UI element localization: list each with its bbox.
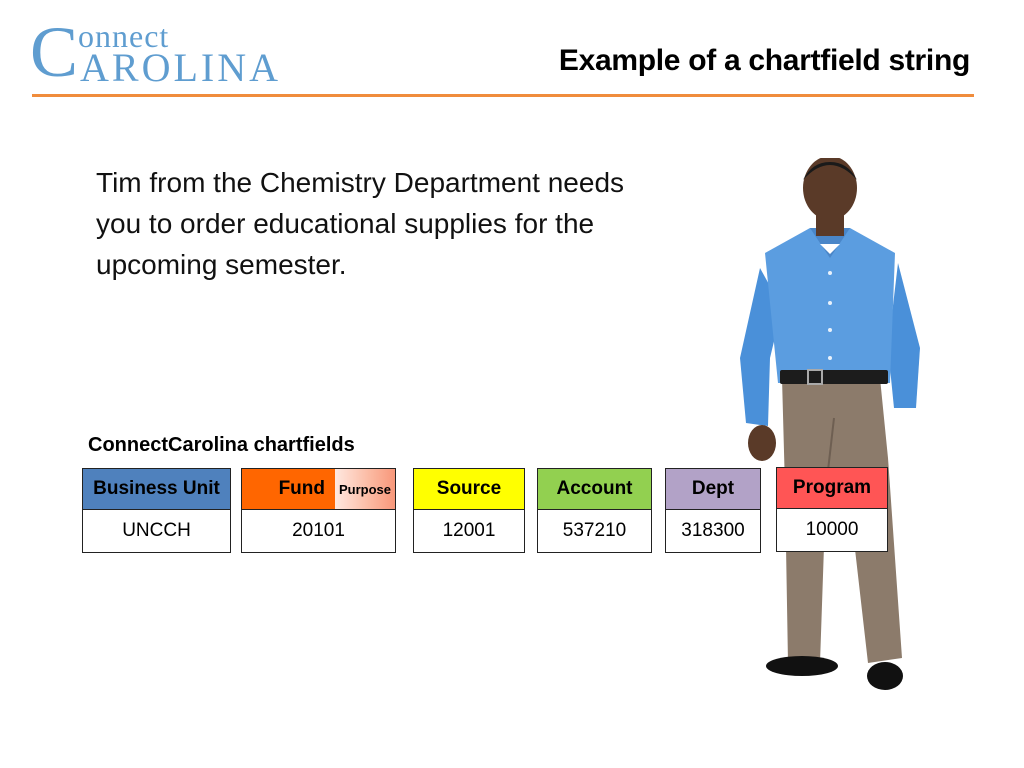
slide-title: Example of a chartfield string [558, 44, 970, 77]
logo-letter-c: C [30, 12, 79, 92]
fund-header-label: Fund [242, 469, 335, 509]
chartfield-header: Source [414, 469, 524, 510]
chartfield-header: Account [538, 469, 651, 510]
chartfield-value: 10000 [805, 518, 859, 540]
chartfield-account: Account 537210 [537, 468, 652, 553]
chartfield-source: Source 12001 [413, 468, 525, 553]
chartfield-value: 20101 [292, 519, 345, 541]
intro-text: Tim from the Chemistry Department needs … [96, 167, 625, 280]
chartfield-header: Fund Purpose [242, 469, 395, 510]
chartfield-dept: Dept 318300 [665, 468, 761, 553]
chartfield-value: UNCCH [122, 519, 191, 541]
chartfield-value: 318300 [681, 519, 745, 541]
header-divider [32, 94, 974, 97]
chartfields-label: ConnectCarolina chartfields [88, 434, 355, 456]
chartfield-business-unit: Business Unit UNCCH [82, 468, 231, 553]
chartfield-header: Program [777, 468, 887, 509]
chartfield-header: Dept [666, 469, 760, 510]
chartfield-program: Program 10000 [776, 467, 888, 552]
person-photo [730, 156, 930, 698]
chartfield-value: 537210 [562, 519, 627, 541]
chartfield-fund: Fund Purpose 20101 [241, 468, 396, 553]
logo-line-2: AROLINA [80, 45, 281, 90]
chartfield-header: Business Unit [83, 469, 230, 510]
purpose-header-label: Purpose [335, 469, 395, 509]
chartfield-value: 12001 [442, 519, 496, 541]
connectcarolina-logo: C onnect AROLINA [30, 16, 310, 90]
